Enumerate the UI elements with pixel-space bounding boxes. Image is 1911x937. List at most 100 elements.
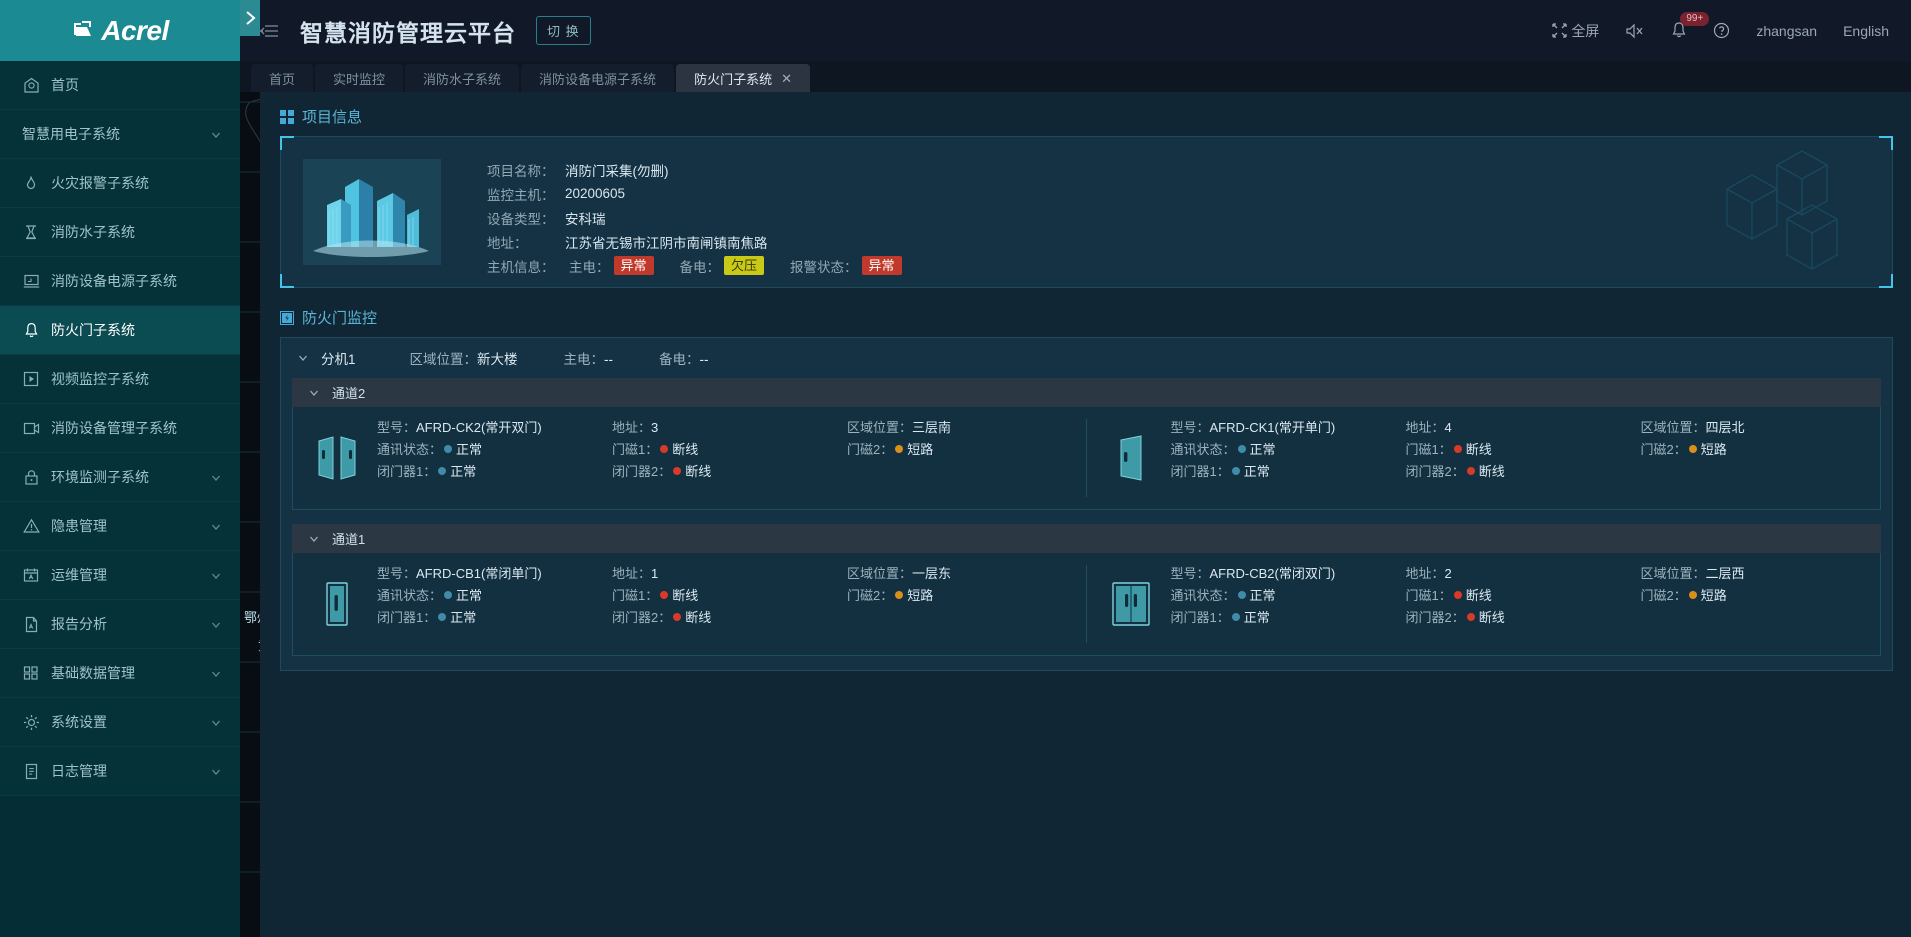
- sidebar-item-label: 消防设备电源子系统: [51, 273, 177, 289]
- device-area: 区域位置：三层南: [847, 420, 952, 435]
- sidebar-item-label: 视频监控子系统: [51, 371, 149, 387]
- fullscreen-button[interactable]: 全屏: [1552, 21, 1599, 41]
- device-area: 区域位置：二层西: [1640, 566, 1745, 581]
- mute-button[interactable]: [1625, 23, 1645, 39]
- channel-block: 通道2 型号：AFRD-CK2(常开双门) 通讯状态： 正常 闭门器1： 正常 地址：3 门磁…: [292, 378, 1881, 510]
- device-closer1: 闭门器1： 正常: [1170, 464, 1270, 479]
- status-dot: [438, 467, 447, 475]
- sidebar-item-14[interactable]: 日志管理: [0, 747, 240, 796]
- sidebar-item-3[interactable]: 消防水子系统: [0, 208, 240, 257]
- door-monitor-title-text: 防火门监控: [302, 310, 378, 327]
- language-switch[interactable]: English: [1843, 23, 1889, 39]
- tab-1[interactable]: 实时监控: [315, 64, 404, 92]
- power-icon: [22, 272, 40, 290]
- channel-header[interactable]: 通道1: [292, 524, 1881, 553]
- device-card[interactable]: 型号：AFRD-CB1(常闭单门) 通讯状态： 正常 闭门器1： 正常 地址：1 门磁1：断…: [293, 565, 1087, 643]
- sidebar-item-2[interactable]: 火灾报警子系统: [0, 159, 240, 208]
- sidebar-item-0[interactable]: 首页: [0, 61, 240, 110]
- door-single-closed-icon: [311, 565, 363, 643]
- project-field-row: 监控主机： 20200605: [487, 183, 902, 204]
- sidebar-item-11[interactable]: 报告分析: [0, 600, 240, 649]
- host-main-power: 主电：--: [563, 352, 614, 367]
- channel-name: 通道2: [332, 386, 366, 401]
- project-field-value: 江苏省无锡市江阴市南闸镇南焦路: [565, 235, 768, 251]
- project-field-row: 设备类型： 安科瑞: [487, 207, 902, 228]
- status-dot: [1231, 613, 1240, 621]
- sidebar-item-6[interactable]: 视频监控子系统: [0, 355, 240, 404]
- device-card[interactable]: 型号：AFRD-CK2(常开双门) 通讯状态： 正常 闭门器1： 正常 地址：3 门磁1：断…: [293, 419, 1087, 497]
- project-info-title-text: 项目信息: [302, 109, 363, 126]
- sidebar-item-12[interactable]: 基础数据管理: [0, 649, 240, 698]
- tab-0[interactable]: 首页: [251, 64, 314, 92]
- water-icon: [22, 223, 40, 241]
- sidebar-item-1[interactable]: 智慧用电子系统: [0, 110, 240, 159]
- fullscreen-icon: [1552, 23, 1568, 38]
- main-area: 智慧消防管理云平台 切 换 全屏 99+ zhangsan English 首页…: [240, 0, 1911, 937]
- project-field-row: 项目名称： 消防门采集(勿删): [487, 159, 902, 180]
- channel-header[interactable]: 通道2: [292, 378, 1881, 407]
- device-card[interactable]: 型号：AFRD-CK1(常开单门) 通讯状态： 正常 闭门器1： 正常 地址：4 门磁1：断…: [1087, 419, 1881, 497]
- tab-label: 消防水子系统: [423, 71, 502, 87]
- sidebar-item-7[interactable]: 消防设备管理子系统: [0, 404, 240, 453]
- brand-logo[interactable]: Acrel: [0, 0, 240, 61]
- menu-collapse-icon[interactable]: [258, 20, 280, 42]
- username-label: zhangsan: [1756, 22, 1818, 39]
- user-menu[interactable]: zhangsan: [1756, 23, 1817, 39]
- project-field-label: 地址：: [487, 235, 528, 251]
- sidebar-item-13[interactable]: 系统设置: [0, 698, 240, 747]
- chevron-down-icon[interactable]: [308, 387, 320, 399]
- tab-label: 首页: [269, 71, 296, 87]
- close-icon[interactable]: ✕: [781, 72, 792, 85]
- door-single-open-icon: [1105, 419, 1157, 497]
- sidebar-item-label: 隐患管理: [51, 518, 107, 534]
- panel-expand-handle[interactable]: [240, 0, 260, 36]
- tab-label: 实时监控: [333, 71, 386, 87]
- sidebar-item-4[interactable]: 消防设备电源子系统: [0, 257, 240, 306]
- host-header[interactable]: 分机1 区域位置：新大楼 主电：-- 备电：--: [281, 338, 1892, 378]
- chevron-down-icon[interactable]: [308, 533, 320, 545]
- status-dot: [1453, 445, 1462, 453]
- home-icon: [22, 76, 40, 94]
- sidebar-item-label: 环境监测子系统: [51, 469, 149, 485]
- channel-body: 型号：AFRD-CK2(常开双门) 通讯状态： 正常 闭门器1： 正常 地址：3 门磁1：断…: [292, 407, 1881, 510]
- chevron-down-icon[interactable]: [297, 352, 309, 364]
- device-closer2: 闭门器2： 断线: [1405, 610, 1505, 625]
- device-comm-status: 通讯状态： 正常: [377, 442, 483, 457]
- project-field-label: 设备类型：: [487, 211, 555, 227]
- device-card[interactable]: 型号：AFRD-CB2(常闭双门) 通讯状态： 正常 闭门器1： 正常 地址：2 门磁1：断…: [1087, 565, 1881, 643]
- chevron-down-icon: [210, 716, 222, 728]
- chevron-down-icon: [210, 618, 222, 630]
- status-dot: [1466, 613, 1475, 621]
- content-panel: 项目信息 项目名称： 消防门采集(勿删) 监控主机： 20200605 设备类型…: [260, 92, 1911, 937]
- sidebar-item-5[interactable]: 防火门子系统: [0, 306, 240, 355]
- status-dot: [660, 591, 669, 599]
- device-address: 地址：1: [612, 566, 659, 581]
- sidebar-item-8[interactable]: 环境监测子系统: [0, 453, 240, 502]
- sidebar-item-10[interactable]: 运维管理: [0, 551, 240, 600]
- tab-bar: 首页 实时监控 消防水子系统 消防设备电源子系统 防火门子系统 ✕: [240, 61, 1911, 92]
- status-dot: [673, 613, 682, 621]
- help-button[interactable]: [1713, 22, 1730, 39]
- sidebar-item-label: 运维管理: [51, 567, 107, 583]
- notifications-button[interactable]: 99+: [1671, 12, 1710, 39]
- device-closer2: 闭门器2： 断线: [612, 610, 712, 625]
- channel-name: 通道1: [332, 532, 366, 547]
- acrel-mark-icon: [71, 19, 97, 43]
- gear-icon: [22, 713, 40, 731]
- chevron-down-icon: [210, 471, 222, 483]
- status-dot: [438, 613, 447, 621]
- warning-icon: [22, 517, 40, 535]
- sidebar-item-9[interactable]: 隐患管理: [0, 502, 240, 551]
- tab-4[interactable]: 防火门子系统 ✕: [676, 64, 810, 92]
- app-root: Acrel 首页 智慧用电子系统 火灾报警子系统 消防水子系统 消防设备电源子系统 防火门…: [0, 0, 1911, 937]
- tab-3[interactable]: 消防设备电源子系统: [521, 64, 675, 92]
- status-dot: [1237, 591, 1246, 599]
- sidebar-item-label: 智慧用电子系统: [22, 126, 120, 142]
- switch-button[interactable]: 切 换: [536, 16, 591, 45]
- sidebar-item-label: 防火门子系统: [51, 322, 135, 338]
- sidebar-item-label: 首页: [51, 77, 79, 93]
- status-badge: 欠压: [724, 256, 765, 275]
- chevron-down-icon: [210, 520, 222, 532]
- tab-2[interactable]: 消防水子系统: [405, 64, 520, 92]
- chevron-down-icon: [210, 765, 222, 777]
